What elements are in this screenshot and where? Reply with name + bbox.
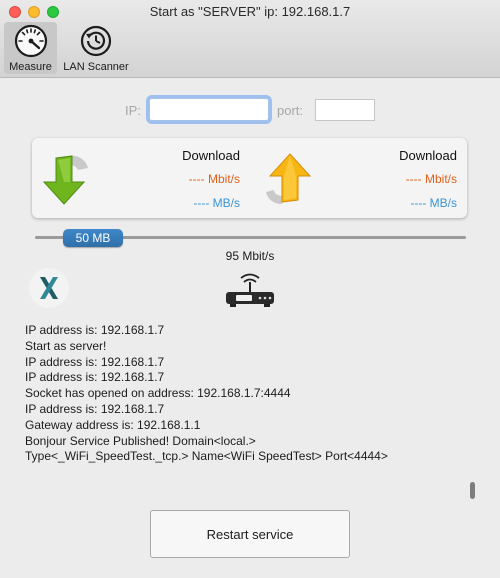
- bandwidth-label: 95 Mbit/s: [225, 249, 275, 263]
- log-line: Gateway address is: 192.168.1.1: [25, 417, 201, 432]
- toolbar-lan-scanner-label: LAN Scanner: [63, 61, 129, 73]
- ip-label: IP:: [125, 103, 141, 118]
- log-line: Bonjour Service Published! Domain<local.…: [25, 433, 256, 448]
- refresh-clock-icon: [80, 25, 112, 57]
- download-right-mbit: ---- Mbit/s: [405, 172, 457, 186]
- size-slider-knob[interactable]: 50 MB: [63, 229, 123, 247]
- macos-x-logo-icon: [29, 268, 69, 308]
- download-right-title: Download: [399, 148, 457, 163]
- download-right-mb: ---- MB/s: [410, 196, 457, 210]
- log-line: IP address is: 192.168.1.7: [25, 370, 165, 385]
- speedometer-icon: [14, 24, 47, 58]
- orange-up-arrow-icon: [266, 153, 312, 204]
- log-line: IP address is: 192.168.1.7: [25, 401, 165, 416]
- port-label: port:: [277, 103, 304, 118]
- toolbar-measure-label: Measure: [9, 61, 52, 73]
- restart-service-button[interactable]: Restart service: [150, 510, 350, 558]
- window-title: Start as "SERVER" ip: 192.168.1.7: [149, 4, 351, 19]
- download-left-mb: ---- MB/s: [193, 196, 240, 210]
- log-line: IP address is: 192.168.1.7: [25, 323, 165, 337]
- speed-column-right: Download ---- Mbit/s ---- MB/s: [250, 138, 467, 218]
- log-line: Type<_WiFi_SpeedTest._tcp.> Name<WiFi Sp…: [25, 449, 388, 464]
- log-output: IP address is: 192.168.1.7 Start as serv…: [25, 323, 470, 465]
- download-left-mbit: ---- Mbit/s: [188, 172, 240, 186]
- ip-input[interactable]: [149, 98, 269, 121]
- green-down-arrow-icon: [42, 155, 88, 205]
- speed-column-left: Download ---- Mbit/s ---- MB/s: [32, 138, 250, 218]
- log-scrollbar-thumb[interactable]: [470, 482, 475, 499]
- toolbar-lan-scanner-button[interactable]: LAN Scanner: [61, 22, 131, 74]
- title-toolbar: Start as "SERVER" ip: 192.168.1.7 Measur…: [0, 0, 500, 78]
- log-line: Socket has opened on address: 192.168.1.…: [25, 386, 291, 401]
- app-window: Start as "SERVER" ip: 192.168.1.7 Measur…: [0, 0, 500, 578]
- speed-panel: Download ---- Mbit/s ---- MB/s Download …: [32, 138, 467, 218]
- port-input[interactable]: [315, 99, 375, 121]
- wifi-router-icon: [226, 273, 274, 307]
- log-line: IP address is: 192.168.1.7: [25, 354, 165, 369]
- toolbar-measure-button[interactable]: Measure: [4, 22, 57, 74]
- log-line: Start as server!: [25, 338, 107, 353]
- download-left-title: Download: [182, 148, 240, 163]
